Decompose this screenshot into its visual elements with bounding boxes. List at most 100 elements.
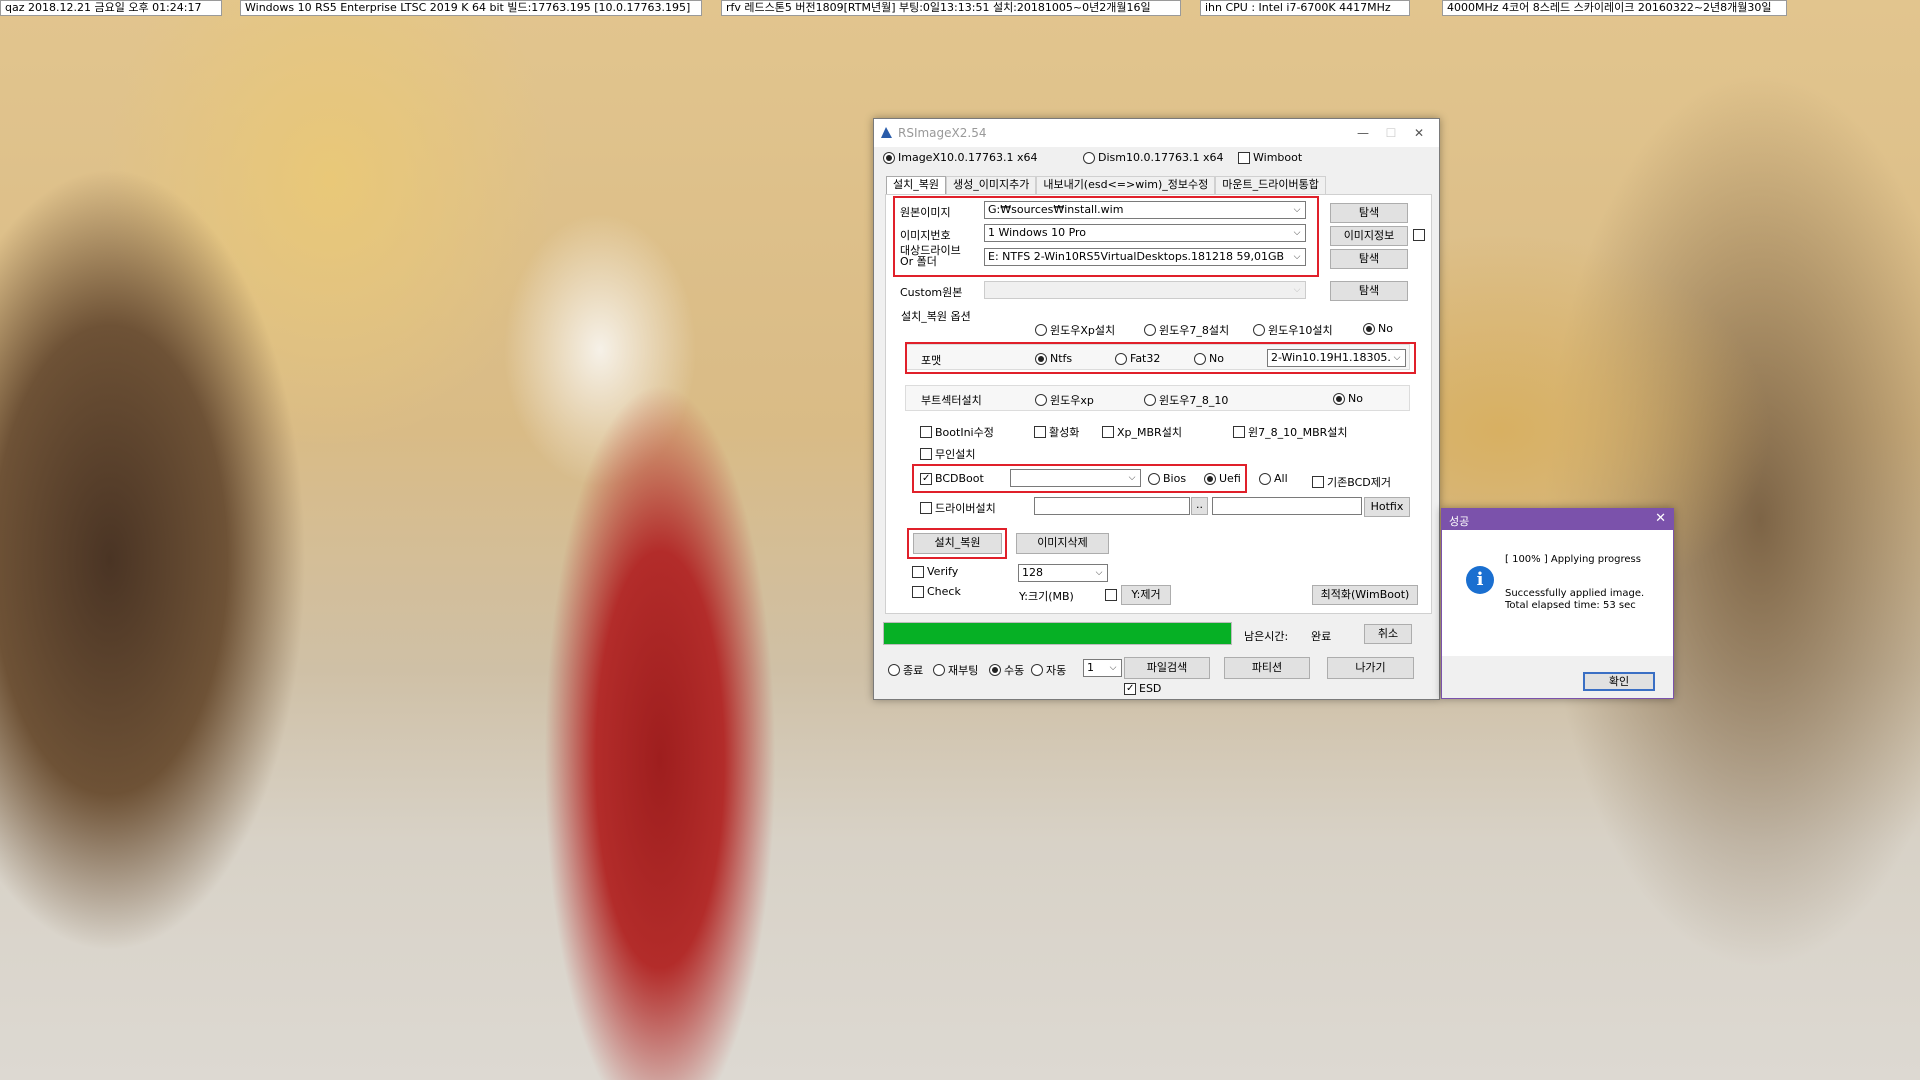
image-info-button[interactable]: 이미지정보 — [1330, 226, 1408, 246]
remaining-time-value: 완료 — [1311, 630, 1332, 643]
chevron-down-icon: ⌵ — [1095, 568, 1103, 578]
window-title: RSImageX2.54 — [898, 126, 987, 140]
install-options-label: 설치_복원 옵션 — [901, 310, 971, 323]
verify-checkbox[interactable]: Verify — [912, 565, 958, 578]
browse-target-button[interactable]: 탐색 — [1330, 249, 1408, 269]
custom-source-combo[interactable]: ⌵ — [984, 281, 1306, 299]
info-cpu: ihn CPU : Intel i7-6700K 4417MHz — [1200, 0, 1410, 16]
custom-source-label: Custom원본 — [900, 286, 963, 299]
reboot-radio[interactable]: 재부팅 — [933, 662, 978, 678]
hotfix-path-field[interactable] — [1212, 497, 1362, 515]
auto-radio[interactable]: 자동 — [1031, 662, 1066, 678]
os-no-label: No — [1378, 322, 1393, 335]
os-no-radio[interactable]: No — [1363, 322, 1393, 335]
driver-install-label: 드라이버설치 — [935, 502, 996, 515]
remove-y-checkbox[interactable] — [1105, 589, 1117, 601]
unattend-checkbox[interactable]: 무인설치 — [920, 446, 975, 462]
tab-install-restore[interactable]: 설치_복원 — [886, 176, 946, 194]
driver-install-checkbox[interactable]: 드라이버설치 — [920, 500, 996, 516]
bootsector-7-8-10-label: 윈도우7_8_10 — [1159, 394, 1229, 407]
ok-button[interactable]: 확인 — [1583, 672, 1655, 691]
shutdown-radio[interactable]: 종료 — [888, 662, 923, 678]
os-7-8-radio[interactable]: 윈도우7_8설치 — [1144, 322, 1229, 338]
reboot-label: 재부팅 — [948, 664, 979, 677]
manual-radio[interactable]: 수동 — [989, 662, 1024, 678]
browse-custom-button[interactable]: 탐색 — [1330, 281, 1408, 301]
partition-button[interactable]: 파티션 — [1224, 657, 1310, 679]
count-combo[interactable]: 1 ⌵ — [1083, 659, 1122, 677]
remove-bcd-checkbox[interactable]: 기존BCD제거 — [1312, 474, 1391, 490]
success-dialog: 성공 ✕ i [ 100% ] Applying progress Succes… — [1441, 508, 1674, 699]
dism-label: Dism10.0.17763.1 x64 — [1098, 151, 1224, 164]
info-bar: qaz 2018.12.21 금요일 오후 01:24:17 Windows 1… — [0, 0, 1920, 17]
bootsector-xp-label: 윈도우xp — [1050, 394, 1094, 407]
info-icon: i — [1466, 566, 1494, 594]
imagex-label: ImageX10.0.17763.1 x64 — [898, 151, 1038, 164]
tab-strip: 설치_복원 생성_이미지추가 내보내기(esd<=>wim)_정보수정 마운트_… — [886, 176, 1326, 194]
os-xp-label: 윈도우Xp설치 — [1050, 324, 1116, 337]
wimboot-checkbox[interactable]: Wimboot — [1238, 151, 1302, 164]
mbr-7-8-10-checkbox[interactable]: 윈7_8_10_MBR설치 — [1233, 424, 1348, 440]
dialog-body: i [ 100% ] Applying progress Successfull… — [1442, 530, 1673, 656]
browse-image-button[interactable]: 탐색 — [1330, 203, 1408, 223]
shutdown-label: 종료 — [903, 664, 924, 677]
hotfix-button[interactable]: Hotfix — [1364, 497, 1410, 517]
exit-button[interactable]: 나가기 — [1327, 657, 1414, 679]
count-value: 1 — [1087, 661, 1094, 674]
check-checkbox[interactable]: Check — [912, 585, 961, 598]
tab-mount[interactable]: 마운트_드라이버통합 — [1215, 176, 1326, 194]
unattend-label: 무인설치 — [935, 448, 976, 461]
file-search-button[interactable]: 파일검색 — [1124, 657, 1210, 679]
activate-checkbox[interactable]: 활성화 — [1034, 424, 1079, 440]
image-info-checkbox[interactable] — [1413, 229, 1425, 241]
remove-y-button[interactable]: Y:제거 — [1121, 585, 1171, 605]
tab-export[interactable]: 내보내기(esd<=>wim)_정보수정 — [1036, 176, 1216, 194]
cancel-button[interactable]: 취소 — [1364, 624, 1412, 644]
bootini-label: BootIni수정 — [935, 426, 994, 439]
bootini-checkbox[interactable]: BootIni수정 — [920, 424, 994, 440]
close-icon[interactable]: ✕ — [1405, 123, 1433, 143]
dialog-line1: [ 100% ] Applying progress — [1505, 554, 1641, 565]
all-label: All — [1274, 472, 1288, 485]
size-mb-label: Y:크기(MB) — [1019, 590, 1074, 603]
chevron-down-icon: ⌵ — [1109, 663, 1117, 673]
info-cpu-detail: 4000MHz 4코어 8스레드 스카이레이크 20160322~2년8개월30… — [1442, 0, 1787, 16]
dialog-line3: Total elapsed time: 53 sec — [1505, 600, 1636, 611]
driver-browse-button[interactable]: .. — [1191, 497, 1208, 515]
esd-checkbox[interactable]: ESD — [1124, 682, 1161, 695]
info-os: Windows 10 RS5 Enterprise LTSC 2019 K 64… — [240, 0, 702, 16]
optimize-wimboot-button[interactable]: 최적화(WimBoot) — [1312, 585, 1418, 605]
dialog-line2: Successfully applied image. — [1505, 588, 1645, 599]
imagex-radio[interactable]: ImageX10.0.17763.1 x64 — [883, 151, 1037, 164]
chunk-size-combo[interactable]: 128 ⌵ — [1018, 564, 1108, 582]
bootsector-no-radio[interactable]: No — [1333, 392, 1363, 405]
tab-create[interactable]: 생성_이미지추가 — [945, 176, 1037, 194]
delete-image-button[interactable]: 이미지삭제 — [1016, 533, 1109, 554]
xp-mbr-checkbox[interactable]: Xp_MBR설치 — [1102, 424, 1182, 440]
title-bar[interactable]: RSImageX2.54 — ☐ ✕ — [874, 119, 1439, 147]
auto-label: 자동 — [1046, 664, 1067, 677]
info-datetime: qaz 2018.12.21 금요일 오후 01:24:17 — [0, 0, 222, 16]
wimboot-label: Wimboot — [1253, 151, 1303, 164]
dialog-title: 성공 — [1449, 515, 1470, 528]
verify-label: Verify — [927, 565, 959, 578]
highlight-bcdboot — [912, 464, 1247, 493]
bootsector-7-8-10-radio[interactable]: 윈도우7_8_10 — [1144, 392, 1228, 408]
all-radio[interactable]: All — [1259, 472, 1288, 485]
highlight-format — [905, 342, 1416, 374]
info-build: rfv 레드스톤5 버전1809[RTM년월] 부팅:0일13:13:51 설치… — [721, 0, 1181, 16]
app-icon — [881, 127, 892, 138]
os-xp-radio[interactable]: 윈도우Xp설치 — [1035, 322, 1115, 338]
os-10-label: 윈도우10설치 — [1268, 324, 1333, 337]
close-icon[interactable]: ✕ — [1655, 511, 1666, 526]
progress-bar — [883, 622, 1232, 645]
dism-radio[interactable]: Dism10.0.17763.1 x64 — [1083, 151, 1223, 164]
remaining-time-label: 남은시간: — [1244, 630, 1289, 643]
dialog-title-bar[interactable]: 성공 ✕ — [1442, 509, 1673, 530]
driver-path-field[interactable] — [1034, 497, 1190, 515]
bootsector-xp-radio[interactable]: 윈도우xp — [1035, 392, 1094, 408]
os-10-radio[interactable]: 윈도우10설치 — [1253, 322, 1333, 338]
chunk-size-value: 128 — [1022, 566, 1043, 579]
minimize-icon[interactable]: — — [1349, 123, 1377, 143]
maximize-icon[interactable]: ☐ — [1377, 123, 1405, 143]
